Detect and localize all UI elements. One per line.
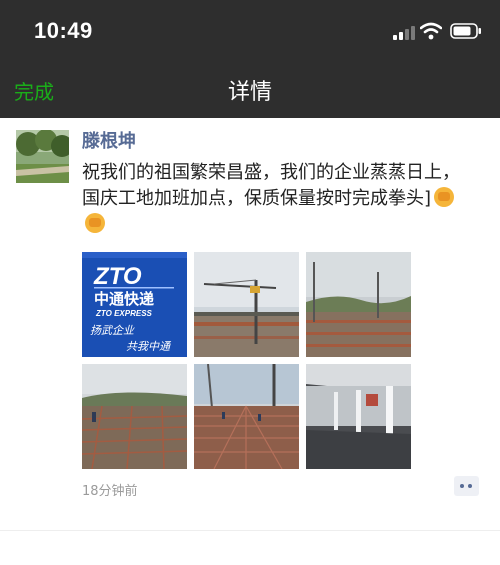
post-text: 祝我们的祖国繁荣昌盛，我们的企业蒸蒸日上，国庆工地加班加点，保质保量按时完成拳头…	[82, 160, 472, 238]
status-time: 10:49	[34, 18, 93, 43]
post-timestamp: 18分钟前	[82, 484, 138, 499]
zto-logo-photo[interactable]: ZTO 中通快递 ZTO EXPRESS 扬武企业 共我中通	[82, 252, 187, 357]
zto-slogan-1: 扬武企业	[90, 324, 135, 337]
status-bar: 10:49	[0, 0, 500, 62]
rebar-grid-photo[interactable]	[194, 364, 299, 469]
fist-emoji	[434, 187, 455, 207]
divider	[0, 530, 500, 531]
warehouse-interior-photo[interactable]	[306, 364, 411, 469]
rebar-workers-photo[interactable]	[82, 364, 187, 469]
tower-crane-photo[interactable]	[194, 252, 299, 357]
page-title: 详情	[227, 80, 272, 105]
fist-emoji	[85, 213, 105, 233]
avatar[interactable]	[16, 130, 69, 183]
wifi-icon	[420, 22, 442, 40]
zto-slogan-2: 共我中通	[126, 340, 172, 353]
zto-brand-en: ZTO EXPRESS	[95, 309, 153, 318]
site-overview-photo[interactable]	[306, 252, 411, 357]
battery-icon	[450, 23, 481, 39]
post-text-content: 祝我们的祖国繁荣昌盛，我们的企业蒸蒸日上，国庆工地加班加点，保质保量按时完成拳头…	[82, 162, 460, 209]
nav-bar: 完成 详情	[0, 62, 500, 118]
comment-button[interactable]	[454, 476, 479, 496]
zto-brand-text: ZTO	[93, 263, 142, 290]
avatar-image	[16, 130, 69, 183]
zto-brand-cn: 中通快递	[94, 290, 154, 308]
author-name[interactable]: 滕根坤	[82, 127, 136, 153]
signal-icon	[393, 26, 415, 40]
